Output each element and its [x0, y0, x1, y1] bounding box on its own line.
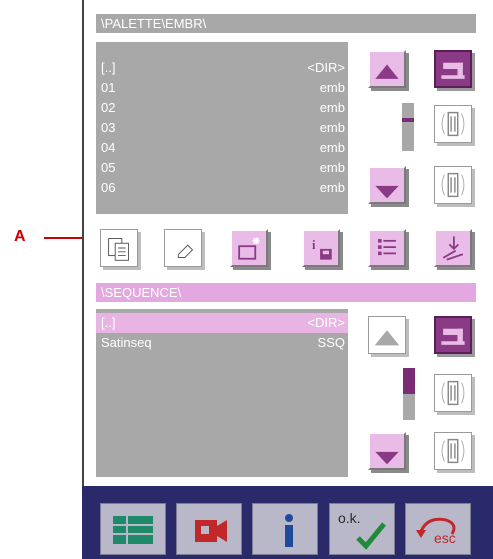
bottom-scroll-thumb[interactable] — [403, 368, 415, 394]
list-item[interactable]: 04 emb — [96, 138, 348, 158]
esc-button[interactable]: esc — [405, 503, 471, 555]
bottom-file-list[interactable]: [..] <DIR> Satinseq SSQ — [96, 309, 348, 477]
info-icon — [285, 514, 293, 547]
ok-button[interactable]: o.k. — [329, 503, 395, 555]
embroidery-machine-button-2[interactable] — [434, 316, 472, 354]
info-save-icon: i — [312, 238, 332, 260]
memory-card-icon — [441, 380, 465, 406]
scroll-up-icon — [375, 64, 399, 79]
new-folder-icon — [238, 237, 260, 260]
list-item[interactable]: 03 emb — [96, 118, 348, 138]
scroll-down-button[interactable] — [368, 166, 406, 204]
list-item[interactable]: [..] <DIR> — [96, 58, 348, 78]
eraser-icon — [177, 244, 194, 258]
callout-label-a: A — [14, 228, 26, 245]
new-folder-button[interactable] — [230, 229, 268, 267]
delete-button[interactable] — [164, 229, 202, 267]
ok-label: o.k. — [338, 510, 361, 526]
esc-label: esc — [434, 530, 456, 546]
list-item[interactable]: 06 emb — [96, 178, 348, 198]
scroll-up-button-disabled[interactable] — [368, 316, 406, 354]
scroll-up-button[interactable] — [368, 50, 406, 88]
memory-card-icon — [441, 438, 465, 464]
video-button[interactable] — [176, 503, 242, 555]
memory-card-button-bottom-2[interactable] — [434, 432, 472, 470]
video-icon — [195, 520, 227, 542]
memory-card-button-top[interactable] — [434, 105, 472, 143]
memory-card-icon — [441, 172, 465, 198]
scroll-down-icon — [375, 451, 399, 465]
info-save-button[interactable]: i — [302, 229, 340, 267]
memory-card-button-bottom[interactable] — [434, 374, 472, 412]
list-item[interactable]: 05 emb — [96, 158, 348, 178]
bottom-nav-bar: o.k. esc — [82, 486, 493, 559]
list-item[interactable]: 01 emb — [96, 78, 348, 98]
list-icon — [378, 239, 396, 256]
bottom-path-bar: \SEQUENCE\ — [96, 283, 476, 302]
load-button[interactable] — [434, 229, 472, 267]
scroll-up-icon — [374, 330, 400, 346]
sewing-machine-icon — [441, 328, 465, 345]
scroll-down-icon — [375, 185, 399, 199]
info-button[interactable] — [252, 503, 318, 555]
list-item-selected[interactable]: [..] <DIR> — [96, 313, 348, 333]
list-view-button[interactable] — [368, 229, 406, 267]
top-path-bar: \PALETTE\EMBR\ — [96, 14, 476, 33]
sewing-machine-icon — [441, 62, 465, 79]
menu-grid-icon — [113, 516, 153, 544]
load-icon — [442, 236, 464, 261]
memory-card-icon — [441, 111, 465, 137]
esc-icon — [416, 517, 456, 538]
top-scrollbar[interactable] — [402, 103, 414, 151]
top-scroll-thumb[interactable] — [402, 118, 414, 122]
copy-button[interactable] — [100, 229, 138, 267]
list-item[interactable]: 02 emb — [96, 98, 348, 118]
list-item[interactable]: Satinseq SSQ — [96, 333, 348, 353]
menu-button[interactable] — [100, 503, 166, 555]
scroll-down-button-2[interactable] — [368, 432, 406, 470]
svg-text:i: i — [312, 238, 316, 252]
memory-card-button-top-2[interactable] — [434, 166, 472, 204]
bottom-scrollbar[interactable] — [403, 368, 415, 420]
copy-icon — [108, 238, 129, 261]
embroidery-machine-button[interactable] — [434, 50, 472, 88]
top-file-list[interactable]: [..] <DIR> 01 emb 02 emb 03 emb 04 emb 05 emb … — [96, 42, 348, 214]
